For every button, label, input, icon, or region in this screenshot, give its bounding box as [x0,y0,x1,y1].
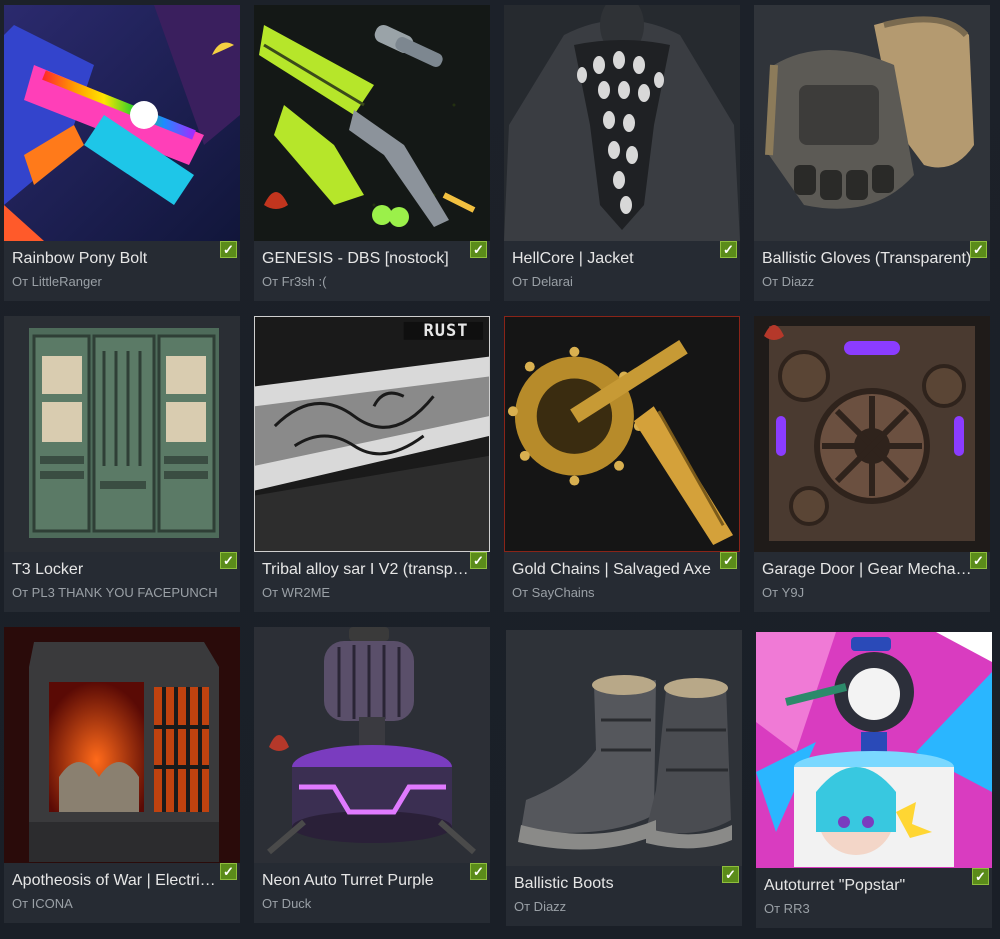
item-author[interactable]: От Duck [262,896,478,911]
ballistic-boots-preview [506,630,742,866]
neon-auto-turret-preview [254,627,490,863]
item-preview-image[interactable]: RUST [254,316,490,552]
subscribed-check-icon: ✓ [970,552,987,569]
item-title[interactable]: Ballistic Gloves (Transparent) [762,250,972,268]
subscribed-check-icon: ✓ [220,863,237,880]
item-author[interactable]: От SayChains [512,585,728,600]
item-title[interactable]: Neon Auto Turret Purple [262,872,472,890]
item-title[interactable]: Autoturret "Popstar" [764,877,974,895]
item-info-panel: Ballistic Gloves (Transparent) От Diazz [754,241,990,301]
tribal-alloy-sar-preview [255,317,489,551]
subscribed-check-icon: ✓ [722,866,739,883]
item-preview-image[interactable] [506,630,742,866]
hellcore-jacket-preview [504,5,740,241]
workshop-item-card[interactable]: Garage Door | Gear Mechanism От Y9J ✓ [754,316,990,612]
gold-chains-axe-preview [505,317,739,551]
item-title[interactable]: Ballistic Boots [514,875,724,893]
subscribed-check-icon: ✓ [470,552,487,569]
rust-watermark: RUST [423,321,469,341]
subscribed-check-icon: ✓ [220,241,237,258]
item-author[interactable]: От Fr3sh :( [262,274,478,289]
item-info-panel: Gold Chains | Salvaged Axe От SayChains [504,552,740,612]
item-info-panel: Neon Auto Turret Purple От Duck [254,863,490,923]
workshop-item-card[interactable]: RUST Tribal alloy sar I V2 (transparent)… [254,316,490,612]
rainbow-pony-bolt-preview [4,5,240,241]
subscribed-check-icon: ✓ [220,552,237,569]
workshop-item-card[interactable]: T3 Locker От PL3 THANK YOU FACEPUNCH ✓ [4,316,240,612]
subscribed-check-icon: ✓ [720,241,737,258]
item-author[interactable]: От Y9J [762,585,978,600]
item-info-panel: Apotheosis of War | Electric Furnace От … [4,863,240,923]
item-author[interactable]: От PL3 THANK YOU FACEPUNCH [12,585,228,600]
item-author[interactable]: От ICONA [12,896,228,911]
item-title[interactable]: Garage Door | Gear Mechanism [762,561,972,579]
item-preview-image[interactable] [254,627,490,863]
workshop-item-grid: Rainbow Pony Bolt От LittleRanger ✓ GENE… [0,0,1000,939]
item-title[interactable]: GENESIS - DBS [nostock] [262,250,472,268]
ballistic-gloves-preview [754,5,990,241]
item-title[interactable]: Gold Chains | Salvaged Axe [512,561,722,579]
item-preview-image[interactable] [504,5,740,241]
item-info-panel: Autoturret "Popstar" От RR3 [756,868,992,928]
item-info-panel: Rainbow Pony Bolt От LittleRanger [4,241,240,301]
item-author[interactable]: От Diazz [514,899,730,914]
workshop-item-card[interactable]: Gold Chains | Salvaged Axe От SayChains … [504,316,740,612]
item-author[interactable]: От Delarai [512,274,728,289]
item-preview-image[interactable] [756,632,992,868]
item-title[interactable]: Tribal alloy sar I V2 (transparent) [262,561,472,579]
item-preview-image[interactable] [4,316,240,552]
item-preview-image[interactable] [4,627,240,863]
item-preview-image[interactable] [754,5,990,241]
genesis-dbs-preview [254,5,490,241]
workshop-item-card[interactable]: HellCore | Jacket От Delarai ✓ [504,5,740,301]
item-info-panel: GENESIS - DBS [nostock] От Fr3sh :( [254,241,490,301]
item-info-panel: Tribal alloy sar I V2 (transparent) От W… [254,552,490,612]
subscribed-check-icon: ✓ [970,241,987,258]
item-title[interactable]: HellCore | Jacket [512,250,722,268]
item-preview-image[interactable] [254,5,490,241]
workshop-item-card[interactable]: Apotheosis of War | Electric Furnace От … [4,627,240,923]
item-title[interactable]: T3 Locker [12,561,222,579]
subscribed-check-icon: ✓ [972,868,989,885]
subscribed-check-icon: ✓ [470,241,487,258]
workshop-item-card[interactable]: Autoturret "Popstar" От RR3 ✓ [756,632,992,928]
workshop-item-card[interactable]: Ballistic Gloves (Transparent) От Diazz … [754,5,990,301]
workshop-item-card[interactable]: Ballistic Boots От Diazz ✓ [506,630,742,926]
item-author[interactable]: От LittleRanger [12,274,228,289]
workshop-item-card[interactable]: Rainbow Pony Bolt От LittleRanger ✓ [4,5,240,301]
item-preview-image[interactable] [754,316,990,552]
item-preview-image[interactable] [4,5,240,241]
workshop-item-card[interactable]: GENESIS - DBS [nostock] От Fr3sh :( ✓ [254,5,490,301]
subscribed-check-icon: ✓ [470,863,487,880]
item-title[interactable]: Rainbow Pony Bolt [12,250,222,268]
garage-door-gear-preview [754,316,990,552]
item-info-panel: T3 Locker От PL3 THANK YOU FACEPUNCH [4,552,240,612]
t3-locker-preview [4,316,240,552]
item-author[interactable]: От RR3 [764,901,980,916]
item-author[interactable]: От WR2ME [262,585,478,600]
item-info-panel: Ballistic Boots От Diazz [506,866,742,926]
item-preview-image[interactable] [504,316,740,552]
electric-furnace-preview [4,627,240,863]
item-author[interactable]: От Diazz [762,274,978,289]
item-info-panel: Garage Door | Gear Mechanism От Y9J [754,552,990,612]
item-info-panel: HellCore | Jacket От Delarai [504,241,740,301]
workshop-item-card[interactable]: Neon Auto Turret Purple От Duck ✓ [254,627,490,923]
item-title[interactable]: Apotheosis of War | Electric Furnace [12,872,222,890]
subscribed-check-icon: ✓ [720,552,737,569]
autoturret-popstar-preview [756,632,992,868]
